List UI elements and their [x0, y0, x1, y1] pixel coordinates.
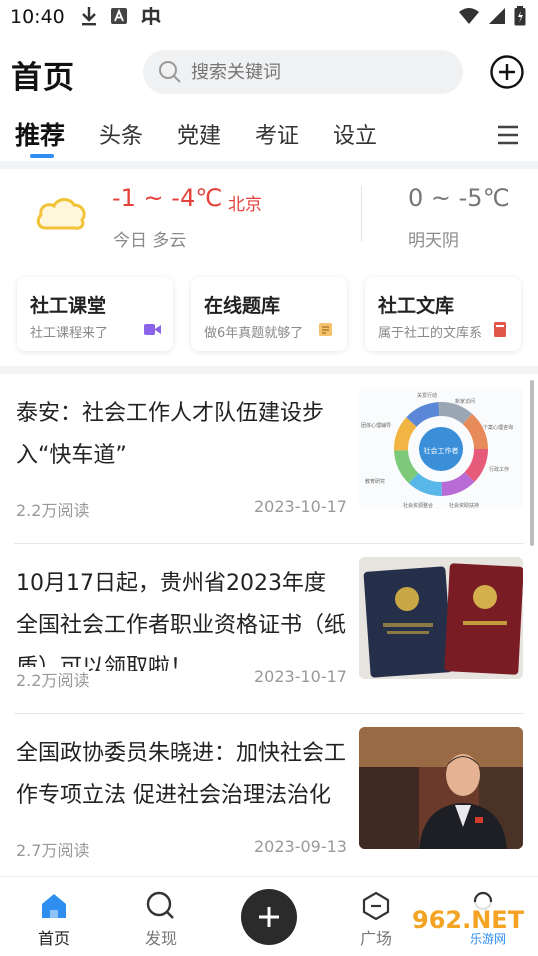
category-tabs: 推荐 头条 党建 考证 设立 — [0, 110, 538, 162]
square-icon — [362, 891, 390, 921]
discover-search-icon — [146, 891, 174, 919]
news-thumbnail-portrait — [359, 727, 523, 849]
news-thumbnail-diagram: 社会工作者 关爱行动 新家访问 个案心理咨询 行政工作 社会资助扶持 社会资源整… — [359, 387, 523, 509]
card-social-work-class[interactable]: 社工课堂 社工课程来了 — [17, 277, 173, 351]
tab-active-indicator — [30, 154, 54, 158]
news-read-count: 2.7万阅读 — [16, 837, 90, 861]
card-subtitle: 做6年真题就够了 — [204, 326, 304, 341]
news-read-count: 2.2万阅读 — [16, 501, 90, 520]
city-label[interactable]: 北京 — [228, 190, 262, 215]
diagram-center-label: 社会工作者 — [424, 446, 459, 455]
news-title: 泰安：社会工作人才队伍建设步入“快车道” — [16, 401, 325, 468]
watermark-subtext: 乐游网 — [470, 932, 506, 946]
scroll-icon — [319, 323, 332, 336]
list-divider — [14, 713, 524, 714]
page-title: 首页 — [11, 60, 75, 96]
tab-headlines[interactable]: 头条 — [99, 118, 143, 150]
news-thumbnail-certificates — [359, 557, 523, 679]
news-feed: 泰安：社会工作人才队伍建设步入“快车道” 2.2万阅读 2023-10-17 社… — [0, 375, 538, 875]
nav-square[interactable]: 广场 — [346, 887, 406, 951]
today-temperature: -1 ~ -4℃ — [112, 184, 223, 212]
news-date: 2023-09-13 — [254, 837, 347, 856]
tomorrow-weather-desc: 明天阴 — [408, 231, 459, 251]
weather-divider — [361, 186, 362, 242]
search-icon — [159, 61, 181, 83]
system-icons — [458, 6, 526, 26]
plus-icon — [259, 907, 279, 927]
search-box[interactable] — [143, 50, 463, 94]
diagram-label: 团体心理辅导 — [361, 422, 391, 429]
status-bar: 10:40 — [0, 0, 538, 36]
status-time: 10:40 — [10, 6, 65, 28]
diagram-label: 教育研究 — [365, 478, 385, 485]
menu-icon[interactable] — [496, 124, 520, 146]
card-subtitle: 社工课程来了 — [30, 326, 109, 341]
bug-icon — [141, 7, 161, 25]
nav-discover[interactable]: 发现 — [131, 887, 191, 951]
publish-button[interactable] — [241, 889, 297, 945]
today-weather-desc: 今日 多云 — [113, 231, 187, 251]
news-item[interactable]: 泰安：社会工作人才队伍建设步入“快车道” 2.2万阅读 2023-10-17 社… — [0, 375, 538, 543]
diagram-label: 关爱行动 — [417, 392, 437, 399]
signal-icon — [489, 8, 505, 24]
tab-party-building[interactable]: 党建 — [177, 118, 221, 150]
nav-label: 首页 — [37, 929, 70, 948]
diagram-label: 行政工作 — [489, 466, 509, 473]
list-divider — [14, 543, 524, 544]
home-icon — [42, 894, 66, 918]
nav-label: 广场 — [359, 929, 392, 948]
tab-recommend[interactable]: 推荐 — [15, 116, 65, 152]
tab-establish[interactable]: 设立 — [333, 118, 377, 150]
download-icon — [82, 7, 96, 26]
tomorrow-temperature: 0 ~ -5℃ — [408, 184, 510, 212]
diagram-label: 社会资源整合 — [403, 502, 433, 509]
watermark-logo: 962.NET 乐游网 — [398, 896, 532, 952]
header: 首页 — [0, 44, 538, 100]
cloud-icon — [36, 198, 86, 230]
card-social-work-library[interactable]: 社工文库 属于社工的文库系 — [365, 277, 521, 351]
tab-certification[interactable]: 考证 — [255, 118, 299, 150]
card-title: 在线题库 — [204, 295, 281, 317]
card-subtitle: 属于社工的文库系 — [378, 326, 483, 341]
app-a-icon — [111, 8, 127, 24]
news-date: 2023-10-17 — [254, 497, 347, 516]
news-title: 全国政协委员朱晓进：加快社会工作专项立法 促进社会治理法治化 — [16, 741, 346, 808]
card-title: 社工文库 — [378, 295, 455, 317]
news-title: 10月17日起，贵州省2023年度全国社会工作者职业资格证书（纸质）可以领取啦！ — [16, 571, 346, 671]
news-item[interactable]: 10月17日起，贵州省2023年度全国社会工作者职业资格证书（纸质）可以领取啦！… — [0, 545, 538, 713]
book-icon — [494, 322, 506, 337]
section-divider — [0, 366, 538, 374]
search-input[interactable] — [191, 50, 451, 94]
diagram-label: 社会资助扶持 — [449, 502, 479, 509]
quick-access-cards: 社工课堂 社工课程来了 在线题库 做6年真题就够了 社工文库 属于社工的文库系 — [0, 277, 538, 353]
news-read-count: 2.2万阅读 — [16, 667, 90, 691]
card-online-question-bank[interactable]: 在线题库 做6年真题就够了 — [191, 277, 347, 351]
add-button[interactable] — [489, 54, 525, 90]
section-divider — [0, 161, 538, 169]
news-date: 2023-10-17 — [254, 667, 347, 686]
card-title: 社工课堂 — [30, 295, 107, 317]
news-item[interactable]: 全国政协委员朱晓进：加快社会工作专项立法 促进社会治理法治化 2.7万阅读 20… — [0, 715, 538, 875]
diagram-label: 新家访问 — [455, 398, 475, 405]
wifi-icon — [459, 8, 479, 24]
watermark-text: 962.NET — [412, 906, 525, 934]
nav-label: 发现 — [144, 929, 177, 948]
scrollbar[interactable] — [530, 380, 534, 546]
nav-home[interactable]: 首页 — [24, 887, 84, 951]
video-icon — [144, 324, 161, 335]
notification-icons — [80, 6, 162, 26]
weather-widget[interactable]: -1 ~ -4℃ 北京 今日 多云 0 ~ -5℃ 明天阴 — [0, 170, 538, 260]
battery-icon — [514, 6, 526, 26]
diagram-label: 个案心理咨询 — [483, 424, 513, 431]
